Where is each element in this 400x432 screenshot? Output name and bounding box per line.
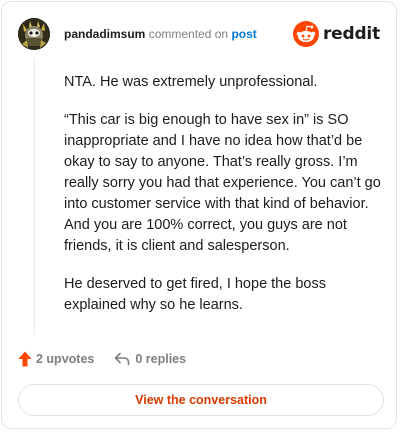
comment-body: NTA. He was extremely unprofessional. “T… <box>64 72 382 333</box>
avatar-image <box>18 18 50 50</box>
reddit-snoo-icon <box>292 21 319 47</box>
post-link[interactable]: post <box>231 27 256 41</box>
comment-paragraph: “This car is big enough to have sex in” … <box>64 112 381 254</box>
upvote-button[interactable]: 2 upvotes <box>18 351 94 367</box>
comment-header: pandadimsum commented on post reddit <box>18 18 380 52</box>
avatar[interactable] <box>18 18 50 50</box>
reply-count: 0 replies <box>135 352 187 366</box>
byline-action: commented on <box>148 27 229 41</box>
reddit-logo[interactable]: reddit <box>292 20 380 48</box>
reply-arrow-icon <box>115 352 130 366</box>
comment-paragraph: NTA. He was extremely unprofessional. <box>64 74 318 90</box>
comment-byline: pandadimsum commented on post <box>64 27 257 41</box>
thread-line <box>34 58 35 335</box>
reply-button[interactable]: 0 replies <box>94 352 186 366</box>
upvote-count: 2 upvotes <box>36 352 95 366</box>
comment-footer: 2 upvotes 0 replies <box>18 348 186 370</box>
reddit-wordmark: reddit <box>322 24 380 44</box>
comment-paragraph: He deserved to get fired, I hope the bos… <box>64 276 326 313</box>
upvote-arrow-icon <box>18 351 32 367</box>
view-conversation-button[interactable]: View the conversation <box>18 384 384 416</box>
comment-card: pandadimsum commented on post reddit NTA… <box>1 1 397 429</box>
username-link[interactable]: pandadimsum <box>64 27 145 41</box>
